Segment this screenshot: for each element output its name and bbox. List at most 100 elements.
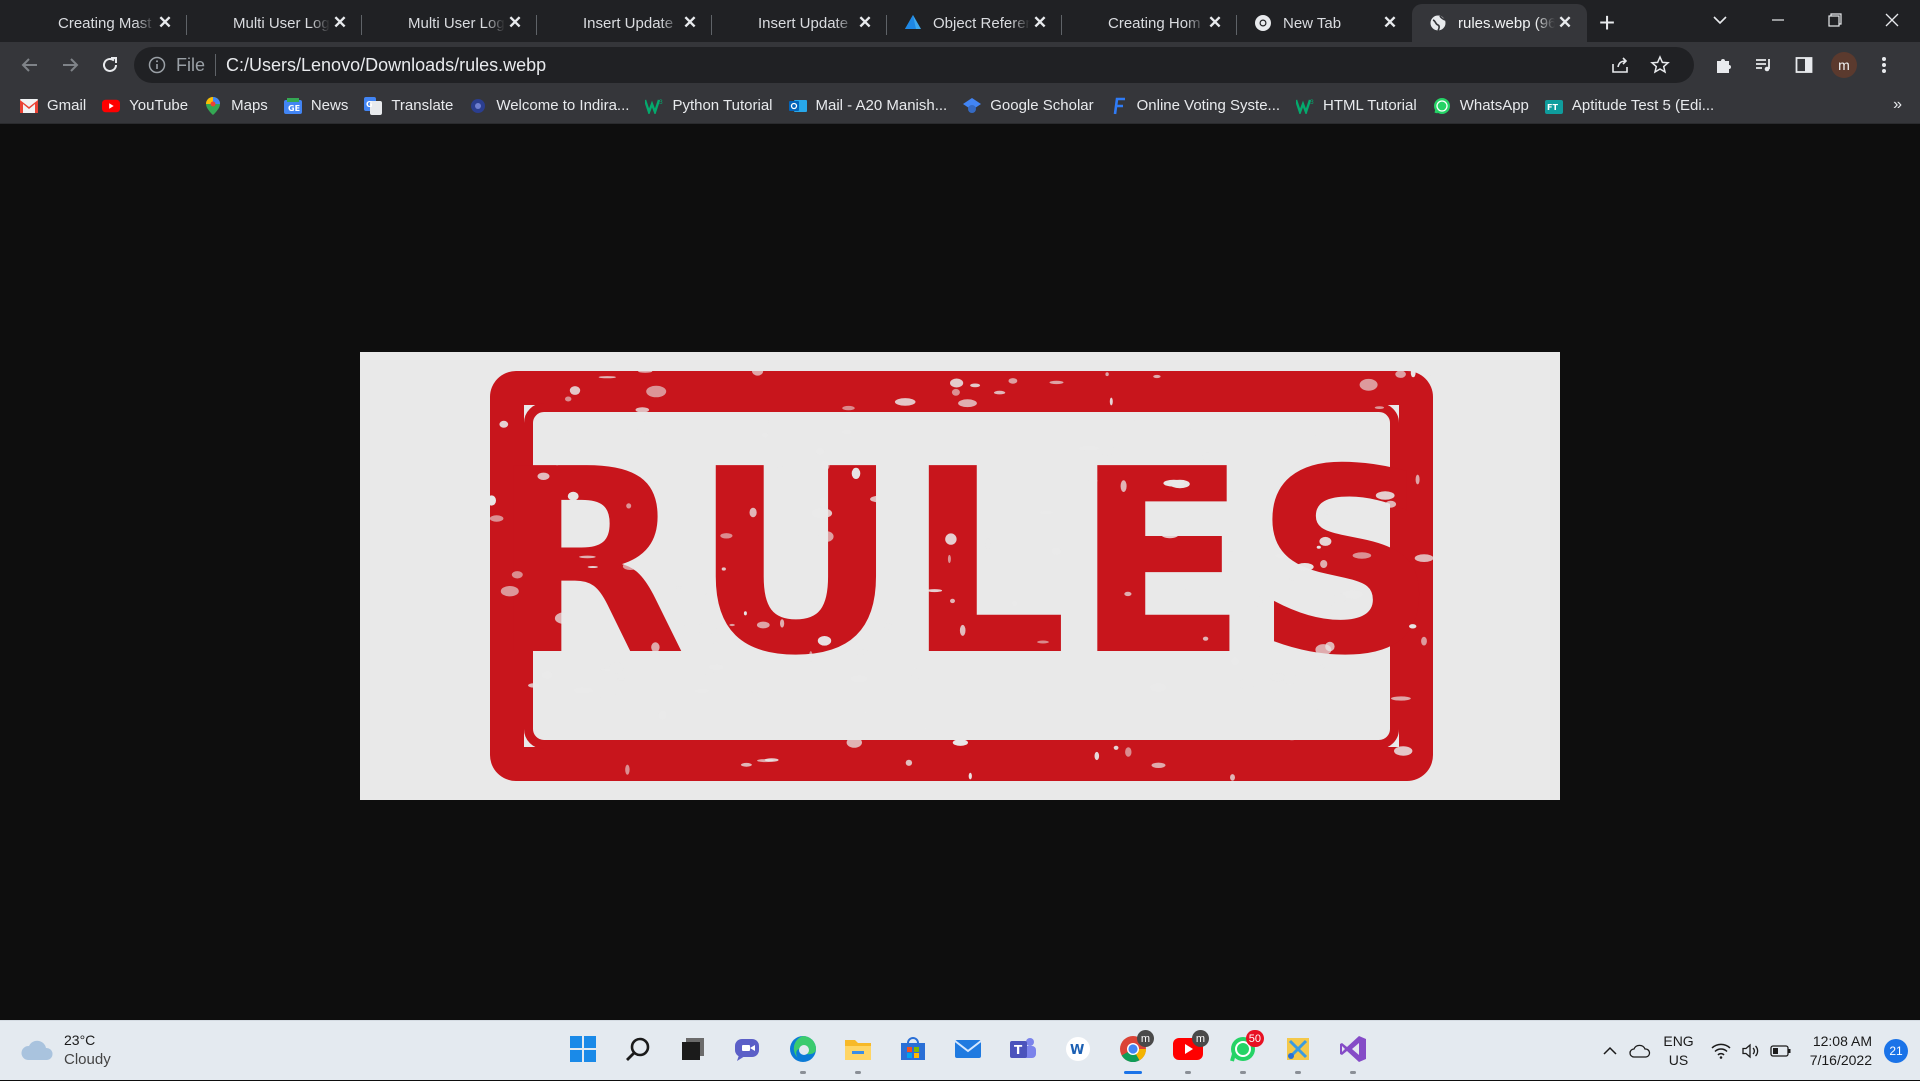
taskbar-app-store[interactable] (885, 1027, 940, 1075)
bookmark-item[interactable]: Gmail (12, 91, 94, 121)
back-button[interactable] (10, 47, 50, 83)
tab[interactable]: Creating Hom ✕ (1062, 4, 1237, 42)
taskbar-app-teams[interactable]: T (995, 1027, 1050, 1075)
tab-active[interactable]: rules.webp (96 ✕ (1412, 4, 1587, 42)
bookmarks-overflow-button[interactable]: » (1893, 96, 1902, 114)
bookmark-item[interactable]: Welcome to Indira... (461, 91, 637, 121)
grunge-speck (1230, 774, 1235, 781)
running-indicator (1239, 1071, 1246, 1074)
svg-text:G: G (366, 100, 373, 109)
tab[interactable]: Insert Update ✕ (712, 4, 887, 42)
tab-title: Insert Update (758, 14, 849, 32)
restore-button[interactable] (1806, 0, 1863, 40)
grunge-speck (679, 622, 685, 628)
show-hidden-icons-button[interactable] (1595, 1036, 1625, 1066)
youtube-icon (102, 97, 121, 115)
bookmark-label: Mail - A20 Manish... (815, 97, 948, 114)
tab[interactable]: Insert Update ✕ (537, 4, 712, 42)
grunge-speck (490, 495, 496, 506)
side-panel-button[interactable] (1784, 47, 1824, 83)
grunge-speck (1430, 374, 1433, 379)
rules-image[interactable]: RULES (360, 352, 1560, 800)
taskbar-app-search[interactable] (610, 1027, 665, 1075)
close-window-button[interactable] (1863, 0, 1920, 40)
taskbar-app-task-view[interactable] (665, 1027, 720, 1075)
grunge-speck (626, 503, 632, 509)
weather-widget[interactable]: 23°C Cloudy (20, 1031, 111, 1069)
forward-button[interactable] (50, 47, 90, 83)
grunge-speck (1008, 378, 1018, 384)
bookmark-item[interactable]: 3 HTML Tutorial (1288, 91, 1425, 121)
wifi-button[interactable] (1706, 1036, 1736, 1066)
taskbar-app-whatsapp-app[interactable]: 50 (1215, 1027, 1270, 1075)
tab[interactable]: Object Referen ✕ (887, 4, 1062, 42)
tab-search-button[interactable] (1700, 6, 1740, 34)
grunge-speck (809, 603, 820, 614)
taskbar-app-chrome[interactable]: m (1105, 1027, 1160, 1075)
grunge-speck (1375, 491, 1395, 500)
tab-close-button[interactable]: ✕ (680, 13, 700, 33)
bookmark-item[interactable]: GE News (276, 91, 357, 121)
bookmark-item[interactable]: 3 Python Tutorial (637, 91, 780, 121)
bookmark-item[interactable]: YouTube (94, 91, 196, 121)
bookmark-item[interactable]: Mail - A20 Manish... (781, 91, 956, 121)
bookmark-star-button[interactable] (1640, 55, 1680, 75)
svg-text:3: 3 (1310, 99, 1314, 106)
notification-badge[interactable]: 21 (1884, 1039, 1908, 1063)
tab-close-button[interactable]: ✕ (1205, 13, 1225, 33)
minimize-button[interactable] (1749, 0, 1806, 40)
grunge-speck (694, 688, 710, 693)
tab[interactable]: Creating Mast ✕ (12, 4, 187, 42)
extensions-button[interactable] (1704, 47, 1744, 83)
tab-close-button[interactable]: ✕ (1030, 13, 1050, 33)
bookmark-item[interactable]: G Translate (356, 91, 461, 121)
tab-close-button[interactable]: ✕ (855, 13, 875, 33)
bookmark-item[interactable]: WhatsApp (1425, 91, 1537, 121)
tab[interactable]: New Tab ✕ (1237, 4, 1412, 42)
taskbar-app-start[interactable] (555, 1027, 610, 1075)
tab[interactable]: Multi User Log ✕ (362, 4, 537, 42)
clock[interactable]: 12:08 AM 7/16/2022 (1810, 1032, 1872, 1070)
share-button[interactable] (1600, 55, 1640, 75)
taskbar-app-word[interactable]: W (1050, 1027, 1105, 1075)
taskbar-app-file-explorer[interactable] (830, 1027, 885, 1075)
battery-button[interactable] (1766, 1036, 1796, 1066)
kebab-menu-icon (1882, 57, 1886, 73)
running-indicator (1184, 1071, 1191, 1074)
taskbar-app-mail[interactable] (940, 1027, 995, 1075)
grunge-speck (1094, 751, 1100, 761)
grunge-speck (1109, 397, 1113, 406)
arrow-left-icon (21, 58, 37, 72)
taskbar-app-edge[interactable] (775, 1027, 830, 1075)
language-indicator[interactable]: ENG US (1663, 1032, 1693, 1070)
bookmark-item[interactable]: Google Scholar (955, 91, 1101, 121)
grunge-speck (701, 458, 713, 470)
tab-close-button[interactable]: ✕ (1555, 13, 1575, 33)
bookmark-label: YouTube (129, 97, 189, 114)
taskbar-app-snipping[interactable] (1270, 1027, 1325, 1075)
reload-button[interactable] (90, 47, 130, 83)
taskbar-app-chat[interactable] (720, 1027, 775, 1075)
running-indicator (1349, 1071, 1356, 1074)
bookmark-item[interactable]: Online Voting Syste... (1102, 91, 1288, 121)
media-control-button[interactable] (1744, 47, 1784, 83)
address-bar[interactable]: File C:/Users/Lenovo/Downloads/rules.web… (134, 47, 1694, 83)
volume-button[interactable] (1736, 1036, 1766, 1066)
tab-close-button[interactable]: ✕ (330, 13, 350, 33)
bookmark-item[interactable]: Maps (196, 91, 276, 121)
bookmark-item[interactable]: FT Aptitude Test 5 (Edi... (1537, 91, 1722, 121)
grunge-speck (499, 420, 509, 428)
tab-close-button[interactable]: ✕ (505, 13, 525, 33)
menu-button[interactable] (1864, 47, 1904, 83)
tab-close-button[interactable]: ✕ (155, 13, 175, 33)
new-tab-button[interactable]: + (1587, 4, 1627, 42)
profile-button[interactable]: m (1824, 47, 1864, 83)
grunge-speck (1133, 415, 1150, 423)
url-text[interactable]: C:/Users/Lenovo/Downloads/rules.webp (226, 55, 1600, 76)
taskbar-app-visual-studio[interactable] (1325, 1027, 1380, 1075)
grunge-speck (490, 515, 504, 522)
taskbar-app-youtube-app[interactable]: m (1160, 1027, 1215, 1075)
tab[interactable]: Multi User Log ✕ (187, 4, 362, 42)
onedrive-button[interactable] (1625, 1036, 1655, 1066)
tab-close-button[interactable]: ✕ (1380, 13, 1400, 33)
